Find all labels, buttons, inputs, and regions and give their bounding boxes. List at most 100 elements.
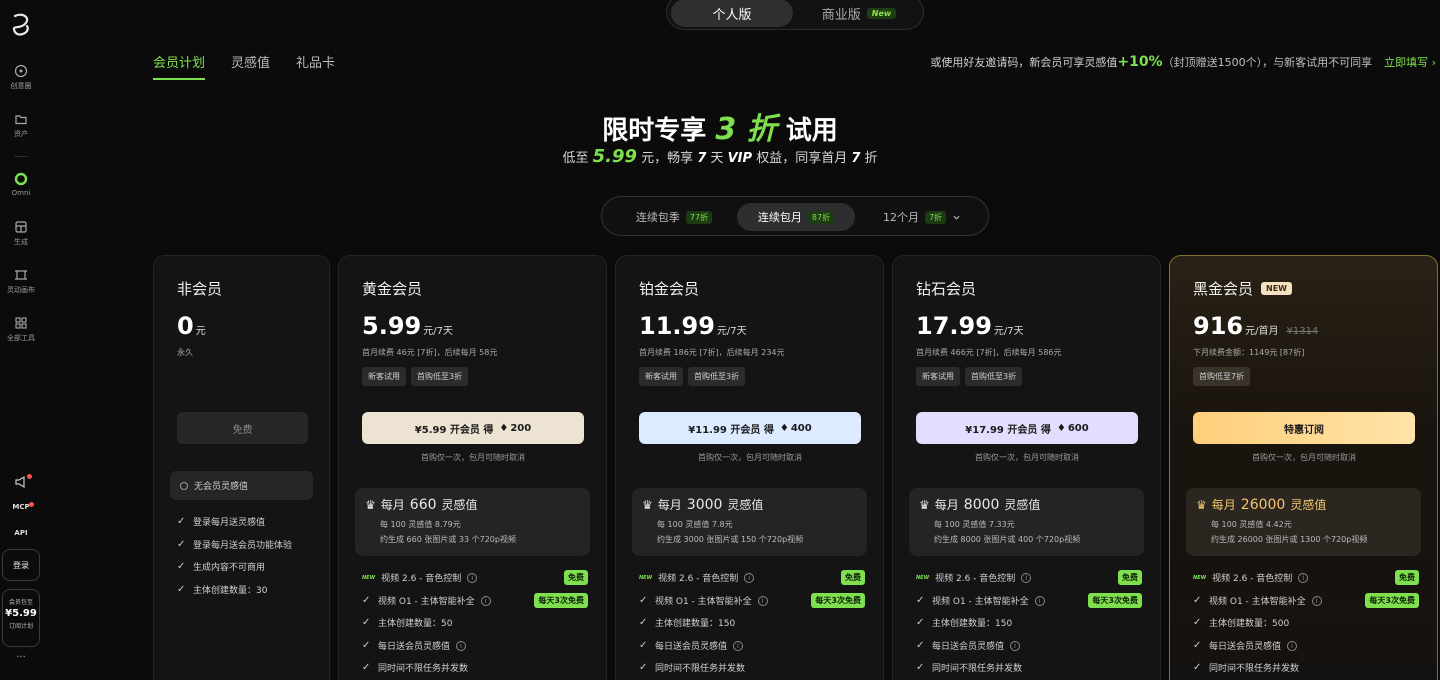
feature-text: 每日送会员灵感值 (932, 642, 1005, 652)
no-credit-label: 无会员灵感值 (194, 482, 249, 492)
feature-item: ✓ 视频 O1 - 主体智能补全 i (639, 594, 768, 607)
plan-name-text: 黑金会员 (1193, 280, 1254, 298)
hero-title-num: 3 折 (715, 112, 777, 147)
renew-info: 首月续费 466元 [7折]，后续每月 586元 (916, 348, 1062, 357)
credits-num: 26000 (1240, 496, 1286, 513)
plan-price: 5.99 元/7天 (362, 312, 453, 340)
sidebar: 创意圈 资产 Omni 生成 灵动画布 全部工具 MCP API 登录 会员包至… (0, 0, 42, 680)
chevron-down-icon (953, 215, 960, 220)
cta-text: ¥11.99 开会员 得 (688, 424, 774, 436)
feature-text: 主体创建数量：500 (1209, 619, 1290, 629)
billing-label: 连续包月 (757, 211, 802, 224)
sidebar-item-canvas[interactable]: 灵动画布 (0, 268, 42, 295)
hero-title: 限时专享 3 折 试用 (0, 104, 1440, 148)
promo-price: ¥5.99 (5, 608, 37, 619)
info-icon[interactable]: i (480, 595, 491, 606)
info-icon[interactable]: i (733, 640, 744, 651)
info-icon[interactable]: i (1034, 595, 1045, 606)
invite-banner: 或使用好友邀请码，新会员可享灵感值 +10% （封顶赠送1500个），与新客试用… (930, 54, 1436, 70)
feature-text: 视频 2.6 - 音色控制 (1212, 574, 1293, 584)
cta-bonus: 200 (510, 422, 532, 434)
feature-text: 视频 O1 - 主体智能补全 (932, 597, 1029, 607)
plan-card-free: 非会员 0 元 永久 免费 无会员灵感值 ✓ 登录每月送灵感值 ✓ 登录每月送会员功… (153, 255, 330, 680)
info-icon[interactable]: i (1311, 595, 1322, 606)
feature-badge: 每天3次免费 (811, 593, 865, 608)
logo-icon[interactable] (9, 12, 33, 38)
feature-badge: 免费 (1395, 570, 1419, 585)
check-icon: ✓ (362, 617, 371, 628)
original-price: ¥1314 (1286, 326, 1319, 337)
feature-item: ✓ 同时间不限任务并发数 (916, 661, 1022, 674)
credits-estimate: 约生成 660 张图片或 33 个720p视频 (380, 535, 516, 544)
billing-quarterly[interactable]: 连续包季 77折 (618, 203, 730, 231)
plan-card-platinum: 铂金会员 11.99 元/7天 首月续费 186元 [7折]，后续每月 234元… (615, 255, 884, 680)
special-subscribe-button[interactable]: 特惠订阅 (1193, 412, 1415, 444)
plan-name: 非会员 (177, 280, 223, 298)
credits-pre: 每月 (1211, 498, 1236, 512)
feature-badge: 免费 (841, 570, 865, 585)
tab-business[interactable]: 商业版 New (797, 0, 921, 27)
hero-sub-4: 权益，同享首月 (752, 151, 852, 166)
billing-monthly[interactable]: 连续包月 87折 (737, 203, 855, 231)
plan-name: 铂金会员 (639, 280, 700, 298)
api-link[interactable]: API (0, 529, 42, 537)
first-purchase-note: 首购仅一次，包月可随时取消 (975, 453, 1079, 462)
sidebar-promo[interactable]: 会员包至 ¥5.99 订阅计划 (2, 589, 40, 647)
credits-num: 3000 (686, 496, 723, 513)
crown-icon: ♛ (365, 497, 376, 512)
info-icon[interactable]: i (456, 640, 467, 651)
info-icon[interactable]: i (467, 572, 478, 583)
sidebar-item-generate[interactable]: 生成 (0, 220, 42, 247)
info-icon[interactable]: i (1298, 572, 1309, 583)
sidebar-item-community[interactable]: 创意圈 (0, 64, 42, 91)
tab-credits[interactable]: 灵感值 (231, 52, 270, 80)
feature-text: 每日送会员灵感值 (378, 642, 451, 652)
sidebar-item-all-tools[interactable]: 全部工具 (0, 316, 42, 343)
invite-fill-link[interactable]: 立即填写 › (1384, 54, 1436, 70)
invite-text2: （封顶赠送1500个），与新客试用不可同享 (1162, 56, 1373, 69)
check-icon: ✓ (177, 584, 186, 595)
plan-tag: 首购低至3折 (411, 367, 469, 386)
mcp-link[interactable]: MCP (0, 503, 42, 511)
billing-yearly[interactable]: 12个月 7折 (872, 203, 972, 231)
info-icon[interactable]: i (757, 595, 768, 606)
info-icon[interactable]: i (1021, 572, 1032, 583)
plan-name: 黑金会员 NEW (1193, 278, 1292, 299)
login-button[interactable]: 登录 (2, 549, 40, 581)
sidebar-item-omni[interactable]: Omni (0, 172, 42, 197)
plan-price: 0 元 (177, 312, 206, 340)
tab-gift-card[interactable]: 礼品卡 (296, 52, 335, 80)
cta-bonus: 600 (1067, 422, 1089, 434)
invite-bonus: +10% (1117, 54, 1163, 70)
new-mark: NEW (362, 574, 376, 581)
price-value: 916 (1193, 312, 1244, 340)
new-badge: New (866, 7, 897, 19)
feature-text: 视频 O1 - 主体智能补全 (655, 597, 752, 607)
megaphone-icon[interactable] (14, 475, 28, 489)
hero-sub-5: 折 (860, 151, 878, 166)
feature-item: ✓ 每日送会员灵感值 i (362, 639, 467, 652)
hero-subtitle: 低至 5.99 元，畅享 7 天 VIP 权益，同享首月 7 折 (0, 146, 1440, 167)
check-icon: ✓ (362, 662, 371, 673)
check-icon: ✓ (639, 595, 648, 606)
notification-dot (27, 474, 32, 479)
check-icon: ✓ (916, 662, 925, 673)
subscribe-button[interactable]: ¥11.99 开会员 得 ♦ 400 (639, 412, 861, 444)
free-button[interactable]: 免费 (177, 412, 308, 444)
info-icon[interactable]: i (1010, 640, 1021, 651)
feature-badge: 免费 (564, 570, 588, 585)
edition-switch: 个人版 商业版 New (666, 0, 924, 30)
subscribe-button[interactable]: ¥17.99 开会员 得 ♦ 600 (916, 412, 1138, 444)
more-icon[interactable]: ··· (0, 652, 42, 663)
info-icon[interactable]: i (1287, 640, 1298, 651)
promo-line1: 会员包至 (8, 599, 33, 606)
check-icon: ✓ (177, 561, 186, 572)
hero-title-pre: 限时专享 (602, 116, 716, 146)
subscribe-button[interactable]: ¥5.99 开会员 得 ♦ 200 (362, 412, 584, 444)
canvas-icon (15, 270, 27, 280)
tab-personal[interactable]: 个人版 (671, 0, 793, 27)
info-icon[interactable]: i (744, 572, 755, 583)
sidebar-item-label: 生成 (14, 238, 28, 246)
tab-membership[interactable]: 会员计划 (153, 52, 206, 80)
flame-icon: ♦ (1056, 422, 1066, 434)
